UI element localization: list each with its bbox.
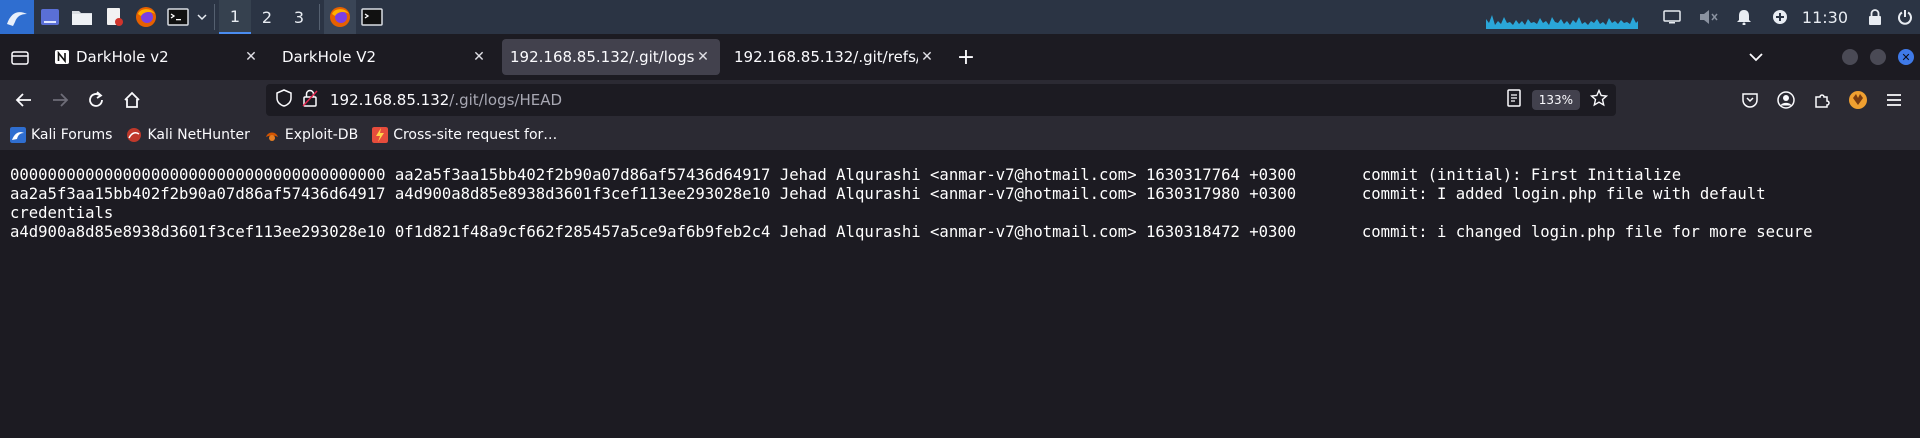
- tab-overview-icon[interactable]: [0, 34, 40, 80]
- pocket-icon[interactable]: [1732, 84, 1768, 116]
- portswigger-icon: [372, 127, 389, 143]
- url-text[interactable]: 192.168.85.132/.git/logs/HEAD: [330, 91, 562, 109]
- bookmark-label: Cross-site request for…: [393, 127, 558, 143]
- terminal-icon[interactable]: [162, 0, 194, 34]
- account-icon[interactable]: [1768, 84, 1804, 116]
- tab-label: DarkHole V2: [282, 48, 377, 66]
- terminal-window-icon[interactable]: [356, 0, 388, 34]
- taskbar-separator: [214, 4, 215, 30]
- insecure-lock-icon[interactable]: [302, 89, 318, 111]
- list-all-tabs-chevron-icon[interactable]: [1736, 39, 1776, 75]
- zoom-level-badge[interactable]: 133%: [1531, 90, 1580, 110]
- tab-darkhole-v2-second[interactable]: DarkHole V2 ✕: [274, 39, 496, 75]
- home-button[interactable]: [114, 84, 150, 116]
- file-manager-icon[interactable]: [66, 0, 98, 34]
- url-path: /.git/logs/HEAD: [449, 91, 563, 109]
- updates-icon[interactable]: [1762, 0, 1798, 34]
- bookmarks-toolbar: Kali Forums Kali NetHunter Exploit-DB Cr…: [0, 120, 1920, 150]
- minimize-button[interactable]: [1842, 49, 1858, 65]
- shield-icon[interactable]: [276, 89, 292, 111]
- close-tab-icon[interactable]: ✕: [918, 49, 936, 65]
- bookmark-kali-forums[interactable]: Kali Forums: [10, 127, 112, 143]
- tab-git-refs-heads[interactable]: 192.168.85.132/.git/refs/heads ✕: [726, 39, 944, 75]
- foxyproxy-icon[interactable]: [1840, 84, 1876, 116]
- maximize-button[interactable]: [1870, 49, 1886, 65]
- text-editor-icon[interactable]: [98, 0, 130, 34]
- log-line: credentials: [10, 204, 114, 222]
- close-tab-icon[interactable]: ✕: [694, 49, 712, 65]
- kali-menu-icon[interactable]: [0, 0, 34, 34]
- workspace-1[interactable]: 1: [219, 0, 251, 34]
- new-tab-button[interactable]: +: [948, 39, 984, 75]
- log-line: 0000000000000000000000000000000000000000…: [10, 166, 1682, 184]
- bookmark-exploit-db[interactable]: Exploit-DB: [264, 127, 358, 143]
- extensions-icon[interactable]: [1804, 84, 1840, 116]
- reload-button[interactable]: [78, 84, 114, 116]
- workspace-2[interactable]: 2: [251, 0, 283, 34]
- chevron-down-icon[interactable]: [194, 0, 210, 34]
- kali-nethunter-icon: [127, 128, 142, 142]
- log-line: a4d900a8d85e8938d3601f3cef113ee293028e10…: [10, 223, 1813, 241]
- firefox-window-icon[interactable]: [324, 0, 356, 34]
- bookmark-star-icon[interactable]: [1589, 88, 1609, 111]
- firefox-icon[interactable]: [130, 0, 162, 34]
- tab-label: DarkHole v2: [76, 48, 169, 66]
- notion-icon: [55, 50, 69, 64]
- taskbar-separator: [319, 4, 320, 30]
- desktop-icon[interactable]: [34, 0, 66, 34]
- tab-git-logs-head[interactable]: 192.168.85.132/.git/logs/HEAD ✕: [502, 39, 720, 75]
- bookmark-label: Kali Forums: [31, 127, 113, 143]
- navigation-toolbar: 192.168.85.132/.git/logs/HEAD 133%: [0, 80, 1920, 120]
- tab-label: 192.168.85.132/.git/logs/HEAD: [510, 48, 694, 66]
- bookmark-label: Exploit-DB: [284, 127, 359, 143]
- notifications-icon[interactable]: [1726, 0, 1762, 34]
- close-window-button[interactable]: ✕: [1898, 49, 1914, 65]
- lock-icon[interactable]: [1860, 0, 1890, 34]
- workspace-3[interactable]: 3: [283, 0, 315, 34]
- url-host: 192.168.85.132: [330, 91, 450, 109]
- url-bar[interactable]: 192.168.85.132/.git/logs/HEAD 133%: [266, 84, 1616, 116]
- close-tab-icon[interactable]: ✕: [242, 49, 260, 65]
- tab-bar: DarkHole v2 ✕ DarkHole V2 ✕ 192.168.85.1…: [0, 34, 1920, 80]
- mute-icon[interactable]: [1690, 0, 1726, 34]
- application-menu-icon[interactable]: [1876, 84, 1912, 116]
- reader-view-icon[interactable]: [1506, 89, 1522, 111]
- cpu-graph: [1485, 5, 1638, 29]
- clock[interactable]: 11:30: [1798, 8, 1860, 27]
- taskbar: 1 2 3 11:30: [0, 0, 1920, 34]
- bookmark-kali-nethunter[interactable]: Kali NetHunter: [126, 127, 250, 143]
- tab-label: 192.168.85.132/.git/refs/heads: [734, 48, 918, 66]
- kali-forums-icon: [10, 127, 26, 143]
- display-icon[interactable]: [1654, 0, 1690, 34]
- close-tab-icon[interactable]: ✕: [470, 49, 488, 65]
- forward-button[interactable]: [42, 84, 78, 116]
- page-content: 0000000000000000000000000000000000000000…: [0, 150, 1920, 438]
- tab-darkhole-v2[interactable]: DarkHole v2 ✕: [46, 39, 268, 75]
- power-icon[interactable]: [1890, 0, 1920, 34]
- back-button[interactable]: [6, 84, 42, 116]
- bookmark-csrf[interactable]: Cross-site request for…: [372, 127, 557, 143]
- bookmark-label: Kali NetHunter: [147, 127, 250, 143]
- exploit-db-icon: [265, 132, 278, 141]
- log-line: aa2a5f3aa15bb402f2b90a07d86af57436d64917…: [10, 185, 1766, 203]
